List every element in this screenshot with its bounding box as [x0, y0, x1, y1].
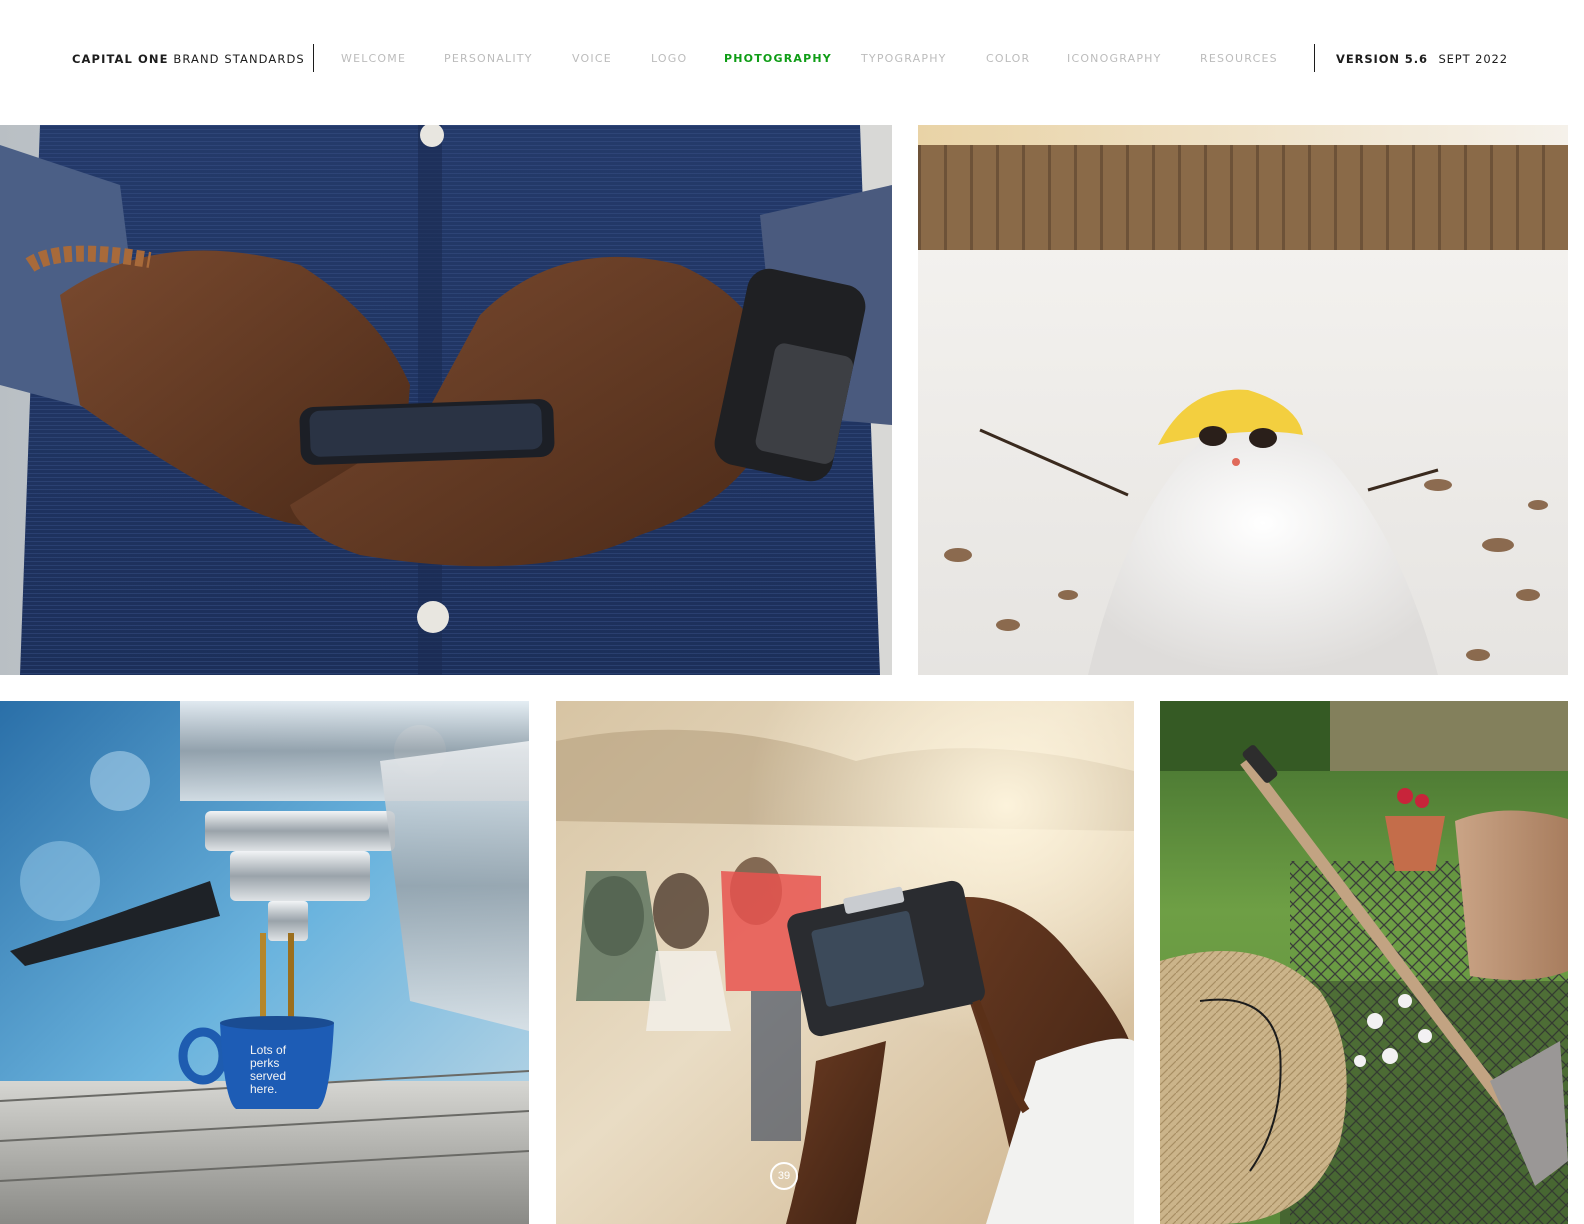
- header-divider-left: [313, 44, 314, 72]
- brand-title[interactable]: CAPITAL ONE BRAND STANDARDS: [72, 52, 305, 66]
- page-number: 39: [770, 1162, 798, 1190]
- brand-subtitle: BRAND STANDARDS: [173, 52, 305, 66]
- page-header: CAPITAL ONE BRAND STANDARDS WELCOME PERS…: [0, 0, 1584, 118]
- version-label: VERSION 5.6: [1336, 52, 1428, 66]
- espresso-cup-text: Lots of perks served here.: [250, 1044, 310, 1096]
- nav-item-typography[interactable]: TYPOGRAPHY: [861, 52, 947, 65]
- header-divider-right: [1314, 44, 1315, 72]
- brand-name: CAPITAL ONE: [72, 52, 169, 66]
- nav-item-photography[interactable]: PHOTOGRAPHY: [724, 52, 832, 65]
- nav-item-logo[interactable]: LOGO: [651, 52, 687, 65]
- photo-hands-phone: [0, 125, 892, 675]
- photo-snowman: [918, 125, 1568, 675]
- nav-item-resources[interactable]: RESOURCES: [1200, 52, 1278, 65]
- version-info: VERSION 5.6 SEPT 2022: [1336, 52, 1508, 66]
- nav-item-personality[interactable]: PERSONALITY: [444, 52, 533, 65]
- nav-item-color[interactable]: COLOR: [986, 52, 1030, 65]
- cup-text-line: here.: [250, 1082, 278, 1096]
- nav-item-voice[interactable]: VOICE: [572, 52, 612, 65]
- version-date: SEPT 2022: [1438, 52, 1508, 66]
- photo-garden: [1160, 701, 1568, 1224]
- photo-espresso: Lots of perks served here.: [0, 701, 529, 1224]
- photo-camera-friends: [556, 701, 1134, 1224]
- nav-item-welcome[interactable]: WELCOME: [341, 52, 406, 65]
- nav-item-iconography[interactable]: ICONOGRAPHY: [1067, 52, 1162, 65]
